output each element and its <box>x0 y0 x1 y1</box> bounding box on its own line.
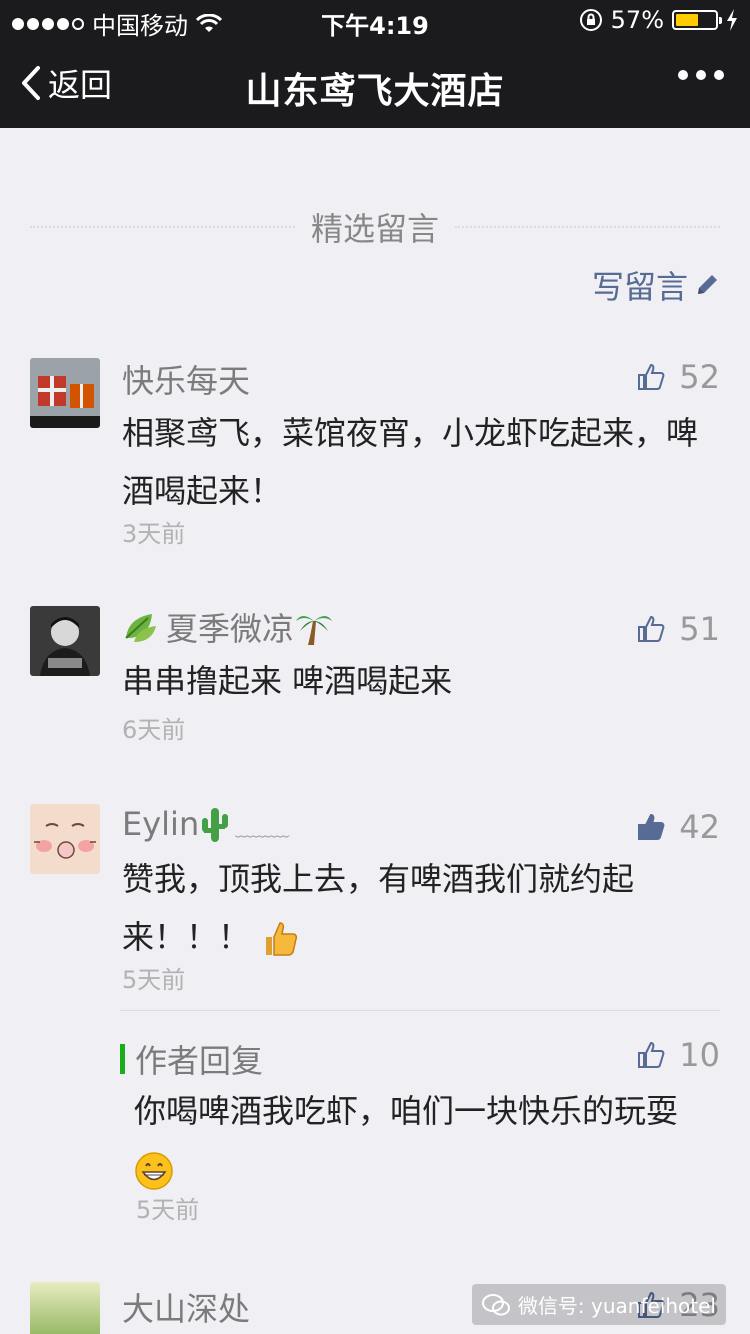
name-decoration: ﹏﹏﹏ <box>235 820 290 841</box>
like-count: 42 <box>679 808 720 846</box>
thumbs-up-emoji-icon <box>266 922 298 956</box>
like-count: 10 <box>679 1036 720 1074</box>
commenter-name-row: 夏季微凉 <box>122 604 334 650</box>
page-title: 山东鸢飞大酒店 <box>245 71 505 112</box>
avatar[interactable] <box>30 804 100 874</box>
like-count: 52 <box>679 358 720 396</box>
thumbs-up-icon <box>638 1041 665 1068</box>
comment-text: 相聚鸢飞，菜馆夜宵，小龙虾吃起来，啤酒喝起来！ <box>122 414 699 510</box>
cactus-emoji-icon <box>202 808 229 842</box>
pencil-icon <box>698 275 717 294</box>
comment-text-wrap: 赞我，顶我上去，有啤酒我们就约起来！！！ <box>122 850 682 966</box>
wechat-logo-icon <box>481 1293 510 1315</box>
navigation-bar: 返回 山东鸢飞大酒店 <box>0 40 750 128</box>
write-comment-button[interactable]: 写留言 <box>592 262 720 308</box>
reply-time: 5天前 <box>136 1196 200 1224</box>
commenter-name: Eylin <box>122 805 200 843</box>
like-button[interactable]: 52 <box>637 358 720 396</box>
reply-text: 你喝啤酒我吃虾，咱们一块快乐的玩耍 <box>134 1092 679 1130</box>
charging-bolt-icon <box>727 9 737 31</box>
comment-time: 3天前 <box>122 520 186 548</box>
thumbs-up-icon <box>638 615 665 642</box>
divider <box>455 226 721 228</box>
avatar[interactable] <box>30 606 100 676</box>
leaf-emoji-icon <box>125 614 156 642</box>
status-bar: 中国移动 下午4:19 57% <box>0 0 750 40</box>
commenter-name: 大山深处 <box>122 1290 251 1328</box>
commenter-name: 夏季微凉 <box>166 610 295 648</box>
more-dots-icon <box>678 70 688 80</box>
write-comment-label: 写留言 <box>591 268 688 306</box>
palm-tree-emoji-icon <box>296 616 333 645</box>
battery-icon <box>672 10 722 30</box>
featured-comments-title: 精选留言 <box>311 210 440 248</box>
grinning-emoji-icon <box>135 1152 173 1190</box>
commenter-name: 快乐每天 <box>122 362 251 400</box>
battery-percent: 57% <box>610 6 664 34</box>
thumbs-up-filled-icon <box>638 813 665 840</box>
comment-time: 5天前 <box>122 966 186 994</box>
comment-time: 6天前 <box>122 716 186 744</box>
like-button[interactable]: 51 <box>637 610 720 648</box>
rotation-lock-icon <box>579 9 602 31</box>
reply-indicator-bar <box>120 1044 125 1074</box>
like-button-liked[interactable]: 42 <box>637 808 720 846</box>
status-right: 57% <box>579 6 738 34</box>
reply-divider <box>120 1010 720 1011</box>
author-reply-label: 作者回复 <box>135 1042 264 1080</box>
comment-text: 串串撸起来 啤酒喝起来 <box>122 662 453 700</box>
featured-comments-header: 精选留言 <box>30 202 721 252</box>
reply-like-button[interactable]: 10 <box>637 1036 720 1074</box>
commenter-name-row: Eylin ﹏﹏﹏ <box>122 804 289 844</box>
divider <box>30 226 295 228</box>
avatar[interactable] <box>30 358 100 428</box>
watermark-text: 微信号: yuanfeihotel <box>517 1294 716 1318</box>
like-count: 51 <box>679 610 720 648</box>
avatar[interactable] <box>30 1282 100 1334</box>
more-options-button[interactable] <box>678 70 724 80</box>
comment-text: 赞我，顶我上去，有啤酒我们就约起来！！！ <box>122 860 635 956</box>
reply-text-wrap: 你喝啤酒我吃虾，咱们一块快乐的玩耍 <box>134 1082 724 1198</box>
thumbs-up-icon <box>638 363 665 390</box>
author-reply-label-row: 作者回复 <box>120 1036 263 1082</box>
wechat-id-watermark: 微信号: yuanfeihotel <box>471 1284 726 1325</box>
